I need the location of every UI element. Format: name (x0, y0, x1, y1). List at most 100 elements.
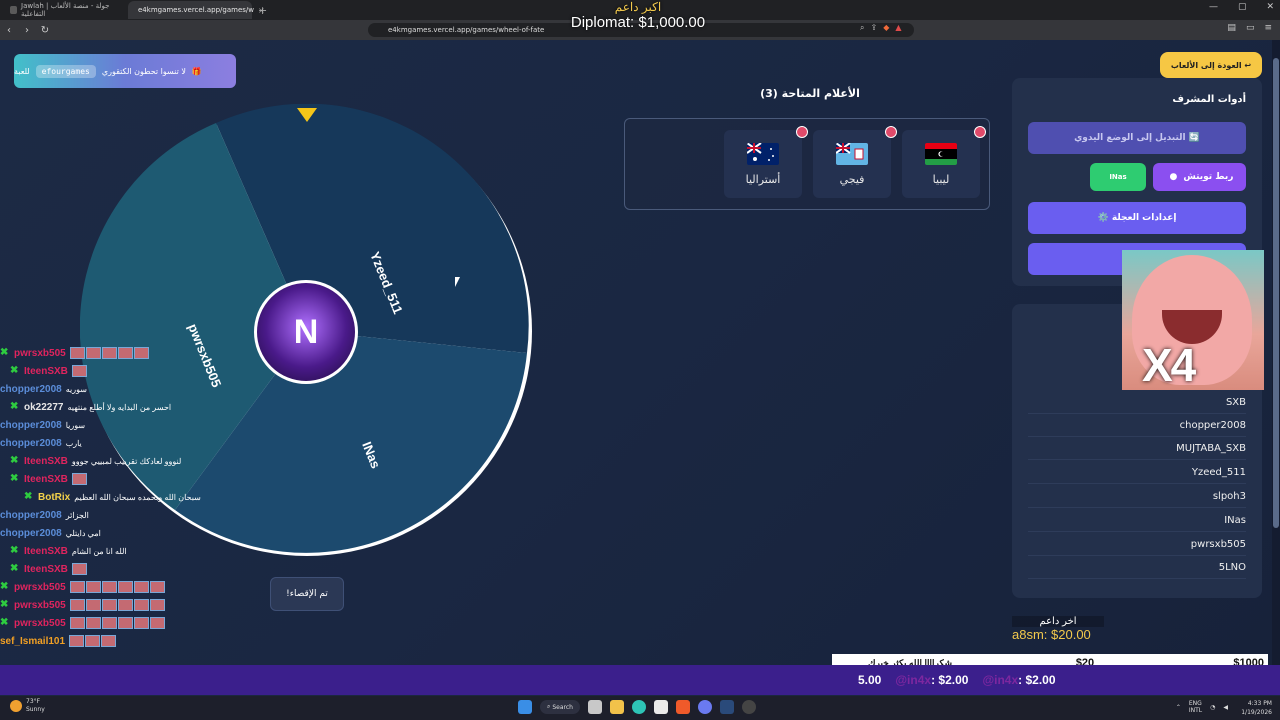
minimize-icon[interactable]: — (1209, 2, 1218, 12)
chat-username[interactable]: chopper2008 (0, 528, 62, 539)
store-icon[interactable] (654, 700, 668, 714)
chat-username[interactable]: pwrsxb505 (14, 600, 66, 611)
remove-flag-icon[interactable] (796, 126, 808, 138)
taskbar-clock[interactable]: 4:33 PM 1/19/2026 (1241, 699, 1272, 717)
participant-row: MUJTABA_SXB (1028, 438, 1246, 460)
chat-username[interactable]: IteenSXB (24, 564, 68, 575)
chat-emotes (69, 635, 117, 647)
wheel-pointer-icon (297, 108, 317, 122)
chat-badge-icon: ✖ (0, 599, 9, 610)
weather-widget[interactable]: 73°F Sunny (10, 698, 45, 714)
weather-desc: Sunny (26, 706, 45, 713)
emote-icon (133, 599, 149, 611)
clock-time: 4:33 PM (1247, 700, 1272, 707)
browser-tab-wheel[interactable]: e4kmgames.vercel.app/games/w × (128, 1, 265, 19)
obs-icon[interactable] (742, 700, 756, 714)
scrollbar-thumb[interactable] (1273, 58, 1279, 528)
chat-username[interactable]: IteenSXB (24, 546, 68, 557)
chat-username[interactable]: BotRix (38, 492, 70, 503)
sidebar-icon[interactable]: ▤ (1227, 23, 1236, 33)
volume-icon[interactable]: ◀ (1223, 704, 1228, 711)
chat-username[interactable]: IteenSXB (24, 366, 68, 377)
file-explorer-icon[interactable] (610, 700, 624, 714)
chat-username[interactable]: sef_Ismail101 (0, 636, 65, 647)
wifi-icon[interactable]: ◔ (1210, 704, 1215, 711)
language-indicator[interactable]: ENG INTL (1189, 700, 1202, 714)
chat-username[interactable]: IteenSXB (24, 474, 68, 485)
emote-icon (133, 347, 149, 359)
chat-emotes (71, 365, 87, 377)
mouse-cursor-icon (455, 277, 460, 287)
emote-icon (85, 581, 101, 593)
chat-username[interactable]: ok22277 (24, 402, 63, 413)
emote-icon (85, 635, 101, 647)
menu-icon[interactable]: ≡ (1264, 23, 1272, 33)
zoom-icon[interactable]: ⌕ (860, 23, 864, 33)
participant-row: slpoh3 (1028, 486, 1246, 508)
task-view-icon[interactable] (588, 700, 602, 714)
flag-card-libya[interactable]: ليبيا (902, 126, 986, 198)
window-controls: — ▢ ✕ (1209, 2, 1274, 12)
chat-username[interactable]: chopper2008 (0, 384, 62, 395)
tab-title: e4kmgames.vercel.app/games/w (138, 6, 254, 14)
participant-row: SXB (1028, 392, 1246, 414)
discord-icon[interactable] (698, 700, 712, 714)
emote-icon (117, 581, 133, 593)
emote-icon (101, 347, 117, 359)
new-tab-button[interactable]: + (252, 4, 273, 17)
reload-icon[interactable]: ↻ (36, 25, 54, 36)
chat-line: ✖ pwrsxb505 (0, 578, 165, 596)
chat-username[interactable]: IteenSXB (24, 456, 68, 467)
wallet-icon[interactable]: ▭ (1246, 23, 1255, 33)
tab-favicon-icon (10, 6, 18, 14)
edge-icon[interactable] (632, 700, 646, 714)
back-arrow-icon[interactable]: ‹ (0, 25, 18, 36)
flag-name: أستراليا (745, 172, 781, 186)
emote-icon (133, 617, 149, 629)
maximize-icon[interactable]: ▢ (1238, 2, 1247, 12)
chat-username[interactable]: chopper2008 (0, 420, 62, 431)
chat-message: سوريا (65, 420, 86, 430)
remove-flag-icon[interactable] (974, 126, 986, 138)
chat-username[interactable]: chopper2008 (0, 510, 62, 521)
chat-username[interactable]: pwrsxb505 (14, 582, 66, 593)
extension-icon[interactable]: ▲ (895, 23, 901, 33)
chat-line: ✖ pwrsxb505 (0, 614, 165, 632)
steam-icon[interactable] (720, 700, 734, 714)
share-icon[interactable]: ⇪ (870, 23, 877, 33)
sun-icon (10, 700, 22, 712)
search-icon: ⌕ (547, 703, 551, 710)
chat-badge-icon: ✖ (10, 545, 19, 556)
browser-tab-jawlah[interactable]: Jawlah | جولة - منصة الألعاب التفاعلية (4, 1, 128, 19)
chat-username[interactable]: chopper2008 (0, 438, 62, 449)
chat-line: ✖ IteenSXB لنووو لعادكك تقرييب لمبييي جووو (10, 452, 181, 470)
chat-line: chopper2008 سوريه (0, 380, 87, 398)
windows-taskbar: 73°F Sunny ⌕ Search ⌃ ENG INTL ◔ ◀ 4:33 PM … (0, 696, 1280, 720)
manual-mode-button[interactable]: التبديل إلى الوضع اليدوي 🔄 (1028, 122, 1246, 154)
chat-username[interactable]: pwrsxb505 (14, 618, 66, 629)
promo-text: لا تنسوا تحطون الكتقوري (101, 66, 186, 76)
twitch-connect-button[interactable]: ● ربط تويتش (1153, 163, 1246, 191)
twitch-user-badge[interactable]: INas (1090, 163, 1146, 191)
windows-start-icon[interactable] (518, 700, 532, 714)
flag-card-australia[interactable]: أستراليا (724, 126, 808, 198)
eliminated-button[interactable]: !تم الإقصاء (270, 577, 344, 611)
flag-card-fiji[interactable]: فيجي (813, 126, 897, 198)
tray-chevron-icon[interactable]: ⌃ (1176, 704, 1181, 711)
wheel-center-logo[interactable]: N (254, 280, 358, 384)
back-to-games-button[interactable]: العودة إلى الألعاب ↩ (1160, 52, 1262, 78)
twitch-icon: ● (1169, 172, 1178, 182)
remove-flag-icon[interactable] (885, 126, 897, 138)
stream-bottom-ticker: 5.00 @in4x: $2.00 @in4x: $2.00 (0, 665, 1280, 695)
last-donor-overlay: اخر داعم a8sm: $20.00 (1012, 616, 1104, 642)
chat-username[interactable]: pwrsxb505 (14, 348, 66, 359)
emote-icon (149, 581, 165, 593)
url-bar-icons: ⌕ ⇪ ◆ ▲ (860, 23, 902, 33)
taskbar-search[interactable]: ⌕ Search (540, 700, 580, 714)
emote-icon (85, 617, 101, 629)
close-window-icon[interactable]: ✕ (1266, 2, 1274, 12)
brave-icon[interactable] (676, 700, 690, 714)
wheel-settings-button[interactable]: ⚙️ إعدادات العجلة (1028, 202, 1246, 234)
shield-icon[interactable]: ◆ (883, 23, 889, 33)
forward-arrow-icon[interactable]: › (18, 25, 36, 36)
